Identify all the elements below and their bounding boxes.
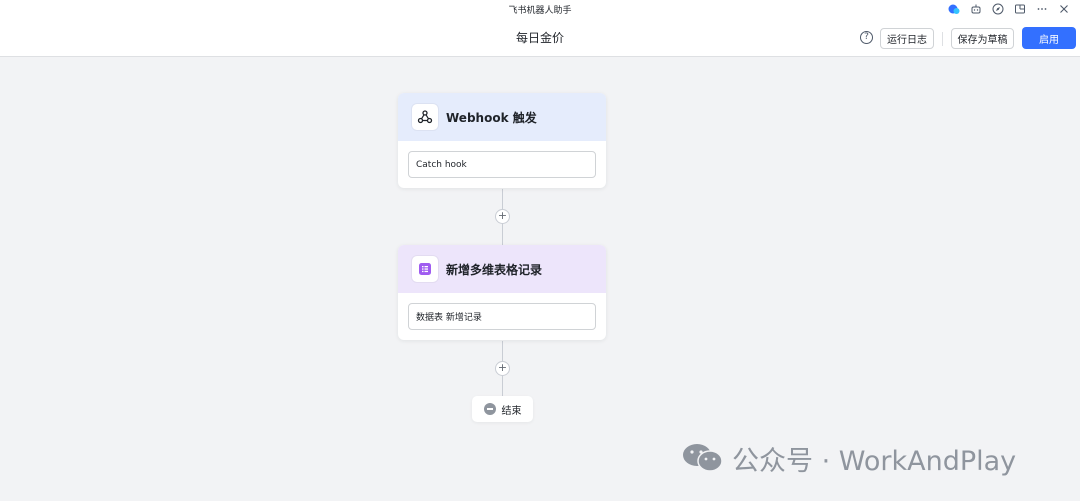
end-label: 结束 [501, 405, 522, 417]
action-field[interactable]: 数据表 新增记录 [408, 303, 596, 330]
action-card[interactable]: 新增多维表格记录 数据表 新增记录 [398, 245, 606, 340]
window-titlebar: 飞书机器人助手 [0, 0, 1080, 18]
assistant-icon[interactable] [947, 3, 960, 16]
wechat-icon [682, 442, 724, 474]
compass-icon[interactable] [991, 3, 1004, 16]
watermark: 公众号 · WorkAndPlay [682, 440, 1017, 477]
action-card-body: 数据表 新增记录 [398, 293, 606, 340]
minus-circle-icon [483, 403, 496, 415]
trigger-field[interactable]: Catch hook [408, 151, 596, 178]
trigger-card-header: Webhook 触发 [398, 93, 606, 141]
webhook-icon [412, 104, 438, 130]
header-divider [942, 32, 943, 46]
trigger-title: Webhook 触发 [446, 110, 537, 125]
app-header: 每日金价 ? 运行日志 保存为草稿 启用 [0, 18, 1080, 57]
add-step-button[interactable]: + [495, 361, 510, 376]
end-node[interactable]: 结束 [472, 396, 533, 422]
window-title: 飞书机器人助手 [508, 5, 572, 16]
action-card-header: 新增多维表格记录 [398, 245, 606, 293]
add-step-button[interactable]: + [495, 209, 510, 224]
watermark-text: 公众号 · WorkAndPlay [732, 445, 1017, 477]
table-icon [412, 256, 438, 282]
run-log-button[interactable]: 运行日志 [880, 28, 934, 49]
action-title: 新增多维表格记录 [446, 262, 543, 277]
save-draft-button[interactable]: 保存为草稿 [951, 28, 1014, 49]
close-icon[interactable] [1057, 3, 1070, 16]
trigger-card-body: Catch hook [398, 141, 606, 188]
external-window-icon[interactable] [1013, 3, 1026, 16]
trigger-card[interactable]: Webhook 触发 Catch hook [398, 93, 606, 188]
window-controls [947, 2, 1070, 16]
question-circle-icon[interactable]: ? [860, 31, 873, 44]
enable-button[interactable]: 启用 [1022, 27, 1076, 49]
robot-icon[interactable] [969, 3, 982, 16]
more-icon[interactable] [1035, 3, 1048, 16]
